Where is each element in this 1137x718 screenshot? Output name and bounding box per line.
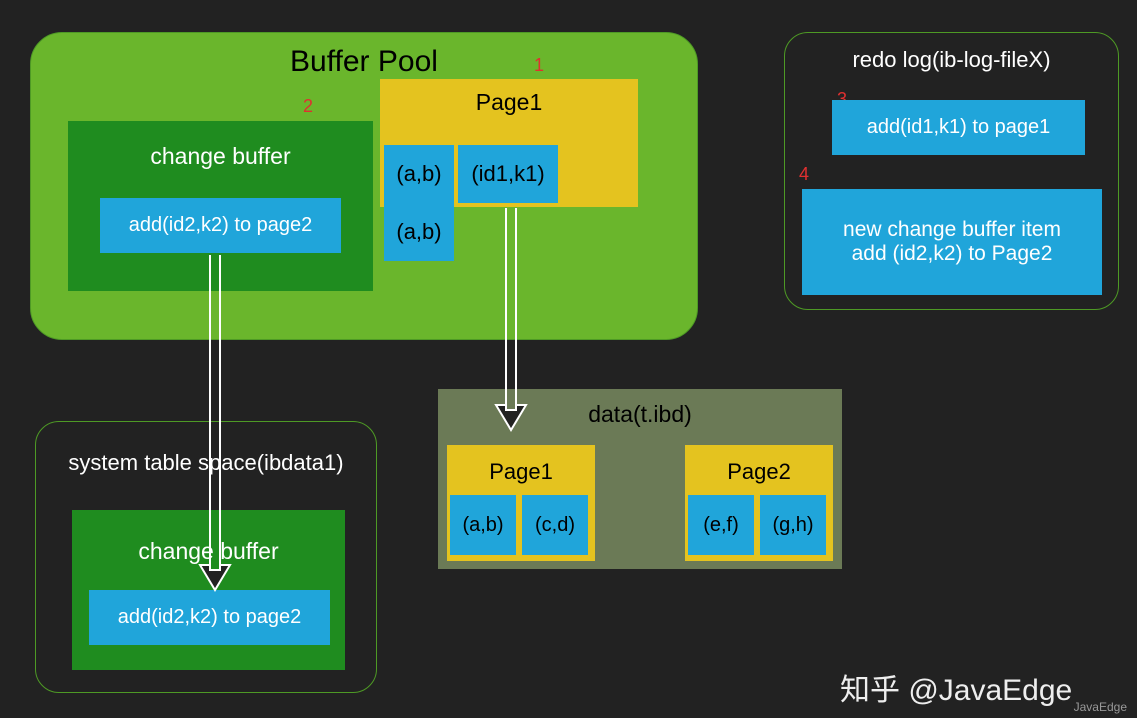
redo-log-title: redo log(ib-log-fileX): [785, 47, 1118, 73]
step-number-2: 2: [303, 96, 313, 117]
redo-log-item: new change buffer item add (id2,k2) to P…: [802, 189, 1102, 295]
data-page1-cells: (a,b) (c,d): [450, 495, 592, 555]
data-page1-box: Page1 (a,b) (c,d): [447, 445, 595, 561]
system-tablespace-title: system table space(ibdata1): [36, 450, 376, 476]
data-page2-title: Page2: [685, 459, 833, 485]
data-page1-cell: (c,d): [522, 495, 588, 555]
page1-cells-row: (a,b) (id1,k1) (a,b): [384, 145, 634, 203]
step-number-1: 1: [534, 55, 544, 76]
data-file-title: data(t.ibd): [438, 401, 842, 428]
data-page2-cell: (g,h): [760, 495, 826, 555]
change-buffer-entry: add(id2,k2) to page2: [100, 198, 341, 253]
watermark-small: JavaEdge: [1074, 700, 1127, 714]
page1-title: Page1: [380, 89, 638, 116]
change-buffer-system-title: change buffer: [72, 538, 345, 565]
page1-cell: (a,b): [384, 203, 454, 261]
redo-log-item-line: new change buffer item: [802, 218, 1102, 242]
redo-log-item: add(id1,k1) to page1: [832, 100, 1085, 155]
buffer-pool-title: Buffer Pool: [31, 45, 697, 79]
change-buffer-system-entry: add(id2,k2) to page2: [89, 590, 330, 645]
watermark-main: 知乎 @JavaEdge: [840, 665, 1072, 709]
redo-log-item-line: add (id2,k2) to Page2: [802, 242, 1102, 266]
data-page2-box: Page2 (e,f) (g,h): [685, 445, 833, 561]
data-page1-cell: (a,b): [450, 495, 516, 555]
data-page1-title: Page1: [447, 459, 595, 485]
data-page2-cell: (e,f): [688, 495, 754, 555]
page1-cell: (id1,k1): [458, 145, 558, 203]
data-page2-cells: (e,f) (g,h): [688, 495, 830, 555]
change-buffer-title: change buffer: [68, 143, 373, 170]
page1-cell: (a,b): [384, 145, 454, 203]
step-number-4: 4: [799, 164, 809, 185]
